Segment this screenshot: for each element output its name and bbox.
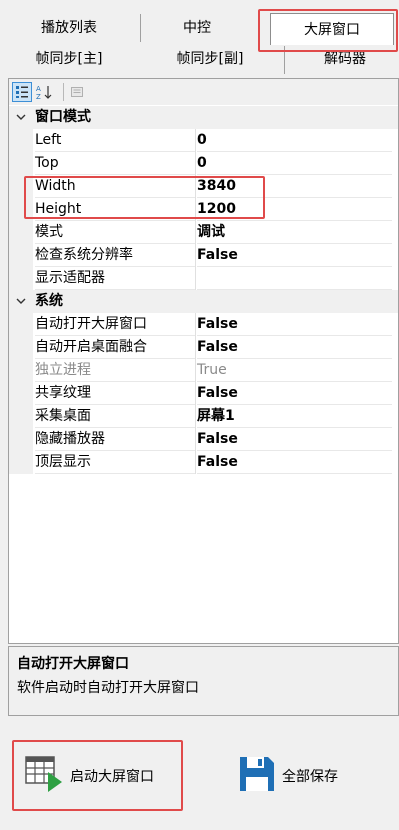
property-value[interactable]: 0 bbox=[197, 152, 392, 175]
property-name: 隐藏播放器 bbox=[35, 428, 195, 451]
property-row[interactable]: 显示适配器 bbox=[9, 267, 398, 290]
property-name: Left bbox=[35, 129, 195, 152]
category-window-mode[interactable]: 窗口模式 bbox=[9, 106, 398, 129]
property-name: 自动打开大屏窗口 bbox=[35, 313, 195, 336]
property-value[interactable]: False bbox=[197, 451, 392, 474]
tab-decoder[interactable]: 解码器 bbox=[290, 44, 399, 74]
property-row[interactable]: 自动打开大屏窗口 False bbox=[9, 313, 398, 336]
property-value[interactable]: False bbox=[197, 428, 392, 451]
property-value[interactable]: 3840 bbox=[197, 175, 392, 198]
save-button-label: 全部保存 bbox=[282, 769, 338, 785]
property-row[interactable]: 自动开启桌面融合 False bbox=[9, 336, 398, 359]
property-name: 采集桌面 bbox=[35, 405, 195, 428]
property-row[interactable]: Width 3840 bbox=[9, 175, 398, 198]
description-text: 软件启动时自动打开大屏窗口 bbox=[17, 680, 199, 696]
property-toolbar: A Z bbox=[9, 79, 398, 105]
tab-strip: 播放列表 中控 大屏窗口 帧同步[主] 帧同步[副] 解码器 bbox=[0, 0, 399, 76]
categorized-view-icon[interactable] bbox=[12, 82, 32, 102]
property-row[interactable]: Left 0 bbox=[9, 129, 398, 152]
property-name: 模式 bbox=[35, 221, 195, 244]
launch-button-label: 启动大屏窗口 bbox=[70, 769, 154, 785]
launch-big-screen-button[interactable]: 启动大屏窗口 bbox=[24, 754, 154, 798]
property-description: 自动打开大屏窗口 软件启动时自动打开大屏窗口 bbox=[8, 646, 399, 716]
tab-central-control[interactable]: 中控 bbox=[142, 13, 252, 43]
property-name: 检查系统分辨率 bbox=[35, 244, 195, 267]
tab-big-screen-window[interactable]: 大屏窗口 bbox=[270, 13, 394, 45]
property-name: 共享纹理 bbox=[35, 382, 195, 405]
floppy-disk-icon bbox=[238, 755, 276, 797]
property-name: 顶层显示 bbox=[35, 451, 195, 474]
property-pages-icon[interactable] bbox=[67, 82, 87, 102]
property-name: 独立进程 bbox=[35, 359, 195, 382]
property-row[interactable]: 隐藏播放器 False bbox=[9, 428, 398, 451]
save-all-button[interactable]: 全部保存 bbox=[238, 755, 338, 797]
property-value[interactable]: False bbox=[197, 244, 392, 267]
property-name: 自动开启桌面融合 bbox=[35, 336, 195, 359]
category-system[interactable]: 系统 bbox=[9, 290, 398, 313]
property-name: Width bbox=[35, 175, 195, 198]
collapse-chevron-icon[interactable] bbox=[13, 109, 29, 125]
property-row[interactable]: 共享纹理 False bbox=[9, 382, 398, 405]
property-name: Top bbox=[35, 152, 195, 175]
svg-text:Z: Z bbox=[36, 93, 41, 100]
tab-divider bbox=[140, 14, 141, 42]
grid-play-icon bbox=[24, 754, 64, 798]
property-row[interactable]: 模式 调试 bbox=[9, 221, 398, 244]
property-row[interactable]: Top 0 bbox=[9, 152, 398, 175]
alphabetical-sort-icon[interactable]: A Z bbox=[35, 82, 55, 102]
category-title: 窗口模式 bbox=[35, 109, 91, 125]
property-row[interactable]: 检查系统分辨率 False bbox=[9, 244, 398, 267]
tab-frame-sync-main[interactable]: 帧同步[主] bbox=[14, 44, 124, 74]
property-grid: A Z 窗口模式 Left 0 Top 0 Width 3840 Height … bbox=[8, 78, 399, 644]
property-name: 显示适配器 bbox=[35, 267, 195, 290]
property-value[interactable]: 调试 bbox=[197, 221, 392, 244]
tab-divider bbox=[284, 46, 285, 74]
collapse-chevron-icon[interactable] bbox=[13, 293, 29, 309]
tab-playlist[interactable]: 播放列表 bbox=[14, 13, 124, 43]
property-name: Height bbox=[35, 198, 195, 221]
property-row[interactable]: 顶层显示 False bbox=[9, 451, 398, 474]
property-row[interactable]: 采集桌面 屏幕1 bbox=[9, 405, 398, 428]
property-value[interactable]: False bbox=[197, 336, 392, 359]
tab-frame-sync-sub[interactable]: 帧同步[副] bbox=[150, 44, 270, 74]
property-value[interactable]: False bbox=[197, 313, 392, 336]
property-value[interactable] bbox=[197, 267, 392, 290]
property-row: 独立进程 True bbox=[9, 359, 398, 382]
property-value[interactable]: 屏幕1 bbox=[197, 405, 392, 428]
property-value: True bbox=[197, 359, 392, 382]
property-value[interactable]: 0 bbox=[197, 129, 392, 152]
property-row[interactable]: Height 1200 bbox=[9, 198, 398, 221]
svg-text:A: A bbox=[36, 85, 41, 93]
category-title: 系统 bbox=[35, 293, 63, 309]
property-value[interactable]: 1200 bbox=[197, 198, 392, 221]
description-title: 自动打开大屏窗口 bbox=[17, 656, 129, 672]
property-value[interactable]: False bbox=[197, 382, 392, 405]
toolbar-separator bbox=[63, 83, 64, 101]
